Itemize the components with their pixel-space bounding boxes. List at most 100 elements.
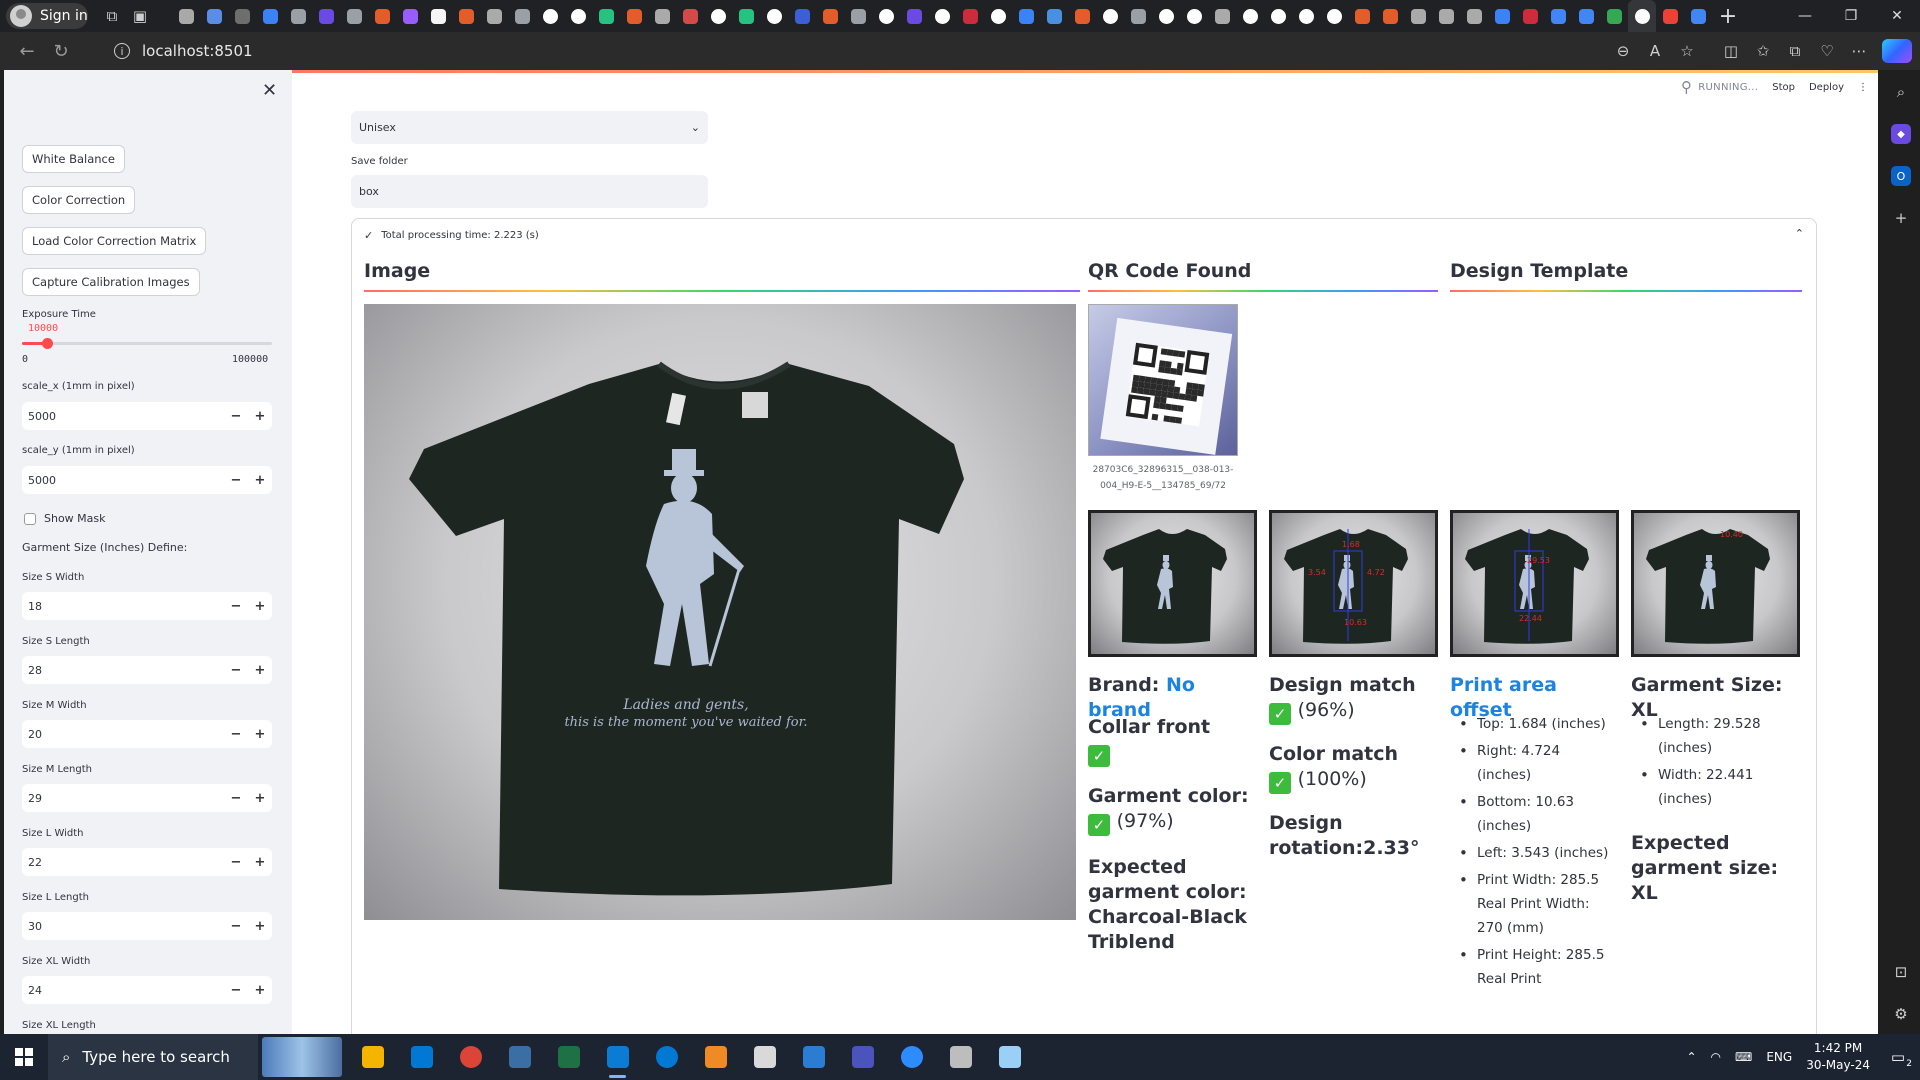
browser-tab[interactable] bbox=[200, 0, 228, 32]
taskbar-app[interactable] bbox=[446, 1034, 495, 1080]
browser-tab[interactable] bbox=[1012, 0, 1040, 32]
browser-tab[interactable] bbox=[1404, 0, 1432, 32]
site-info-icon[interactable]: i bbox=[114, 43, 130, 59]
restore-icon[interactable]: ❐ bbox=[1828, 0, 1874, 32]
browser-tab[interactable] bbox=[1684, 0, 1712, 32]
taskbar-app[interactable] bbox=[740, 1034, 789, 1080]
save-folder-input[interactable]: box bbox=[351, 175, 708, 208]
browser-tab[interactable] bbox=[732, 0, 760, 32]
browser-tab[interactable] bbox=[676, 0, 704, 32]
browser-tab[interactable] bbox=[564, 0, 592, 32]
browser-tab[interactable] bbox=[760, 0, 788, 32]
split-screen-icon[interactable]: ◫ bbox=[1716, 42, 1746, 60]
taskbar-app[interactable] bbox=[495, 1034, 544, 1080]
increment-button[interactable]: + bbox=[248, 855, 272, 870]
browser-tab[interactable] bbox=[480, 0, 508, 32]
exposure-slider[interactable] bbox=[22, 338, 272, 349]
more-icon[interactable]: ⋯ bbox=[1844, 42, 1874, 60]
scale-x-input[interactable]: 5000 − + bbox=[22, 402, 272, 430]
clock[interactable]: 1:42 PM 30-May-24 bbox=[1806, 1040, 1870, 1074]
back-icon[interactable]: ← bbox=[10, 41, 44, 62]
taskbar-app[interactable] bbox=[544, 1034, 593, 1080]
browser-tab[interactable] bbox=[620, 0, 648, 32]
browser-tab[interactable] bbox=[788, 0, 816, 32]
read-aloud-icon[interactable]: A bbox=[1640, 42, 1670, 60]
browser-tab[interactable] bbox=[592, 0, 620, 32]
size-field-input[interactable]: 18 − + bbox=[22, 592, 272, 620]
browser-tab[interactable] bbox=[1460, 0, 1488, 32]
browser-tab[interactable] bbox=[872, 0, 900, 32]
close-sidebar-icon[interactable]: ✕ bbox=[262, 80, 277, 101]
capture-calibration-button[interactable]: Capture Calibration Images bbox=[22, 268, 200, 296]
browser-tab[interactable] bbox=[1152, 0, 1180, 32]
exposure-slider-thumb[interactable] bbox=[42, 338, 53, 349]
browser-tab[interactable] bbox=[1432, 0, 1460, 32]
browser-tab[interactable] bbox=[1236, 0, 1264, 32]
copilot-icon[interactable] bbox=[1882, 39, 1912, 63]
decrement-button[interactable]: − bbox=[224, 599, 248, 614]
increment-button[interactable]: + bbox=[248, 663, 272, 678]
checkbox-box[interactable] bbox=[24, 512, 36, 525]
browser-tab[interactable] bbox=[396, 0, 424, 32]
taskbar-app[interactable] bbox=[789, 1034, 838, 1080]
favorite-star-icon[interactable]: ☆ bbox=[1672, 42, 1702, 60]
browser-tab[interactable] bbox=[1292, 0, 1320, 32]
taskbar-app[interactable] bbox=[593, 1034, 642, 1080]
browser-tab[interactable] bbox=[172, 0, 200, 32]
copilot-side-icon[interactable]: ◆ bbox=[1891, 124, 1911, 144]
chevron-up-icon[interactable]: ⌃ bbox=[1686, 1050, 1696, 1064]
new-tab-button[interactable]: + bbox=[1712, 4, 1744, 29]
taskbar-app[interactable] bbox=[887, 1034, 936, 1080]
increment-button[interactable]: + bbox=[248, 983, 272, 998]
browser-tab[interactable] bbox=[1040, 0, 1068, 32]
profile-button[interactable]: Sign in bbox=[6, 3, 88, 29]
browser-tab[interactable] bbox=[228, 0, 256, 32]
load-ccm-button[interactable]: Load Color Correction Matrix bbox=[22, 227, 207, 255]
url-field[interactable]: i localhost:8501 bbox=[114, 36, 1564, 66]
tab-actions-icon[interactable]: ▣ bbox=[126, 2, 154, 30]
start-button[interactable] bbox=[0, 1048, 48, 1066]
keyboard-icon[interactable]: ⌨ bbox=[1735, 1050, 1752, 1064]
browser-tab[interactable] bbox=[956, 0, 984, 32]
performance-icon[interactable]: ♡ bbox=[1812, 42, 1842, 60]
browser-tab[interactable] bbox=[1264, 0, 1292, 32]
decrement-button[interactable]: − bbox=[224, 791, 248, 806]
taskbar-app[interactable] bbox=[838, 1034, 887, 1080]
stop-button[interactable]: Stop bbox=[1772, 82, 1795, 93]
browser-tab[interactable] bbox=[704, 0, 732, 32]
browser-tab[interactable] bbox=[368, 0, 396, 32]
white-balance-button[interactable]: White Balance bbox=[22, 145, 125, 173]
browser-tab[interactable] bbox=[928, 0, 956, 32]
size-field-input[interactable]: 29 − + bbox=[22, 784, 272, 812]
browser-tab[interactable] bbox=[1600, 0, 1628, 32]
browser-tab[interactable] bbox=[508, 0, 536, 32]
expander-header[interactable]: ✓ Total processing time: 2.223 (s) bbox=[364, 229, 539, 242]
browser-tab[interactable] bbox=[1320, 0, 1348, 32]
increment-button[interactable]: + bbox=[248, 599, 272, 614]
browser-tab[interactable] bbox=[1656, 0, 1684, 32]
browser-tab[interactable] bbox=[1572, 0, 1600, 32]
collections-icon[interactable]: ⧉ bbox=[1780, 42, 1810, 60]
increment-button[interactable]: + bbox=[248, 473, 272, 488]
scale-y-input[interactable]: 5000 − + bbox=[22, 466, 272, 494]
deploy-button[interactable]: Deploy bbox=[1809, 82, 1844, 93]
minimize-icon[interactable]: — bbox=[1782, 0, 1828, 32]
decrement-button[interactable]: − bbox=[224, 855, 248, 870]
browser-tab[interactable] bbox=[844, 0, 872, 32]
size-field-input[interactable]: 20 − + bbox=[22, 720, 272, 748]
browser-tab[interactable] bbox=[452, 0, 480, 32]
browser-tab[interactable] bbox=[648, 0, 676, 32]
increment-button[interactable]: + bbox=[248, 727, 272, 742]
browser-tab[interactable] bbox=[256, 0, 284, 32]
browser-tab[interactable] bbox=[536, 0, 564, 32]
size-field-input[interactable]: 22 − + bbox=[22, 848, 272, 876]
browser-tab[interactable] bbox=[1376, 0, 1404, 32]
add-sidebar-icon[interactable]: + bbox=[1891, 208, 1911, 228]
browser-tab[interactable] bbox=[1628, 0, 1656, 32]
taskbar-app[interactable] bbox=[642, 1034, 691, 1080]
workspaces-icon[interactable]: ⧉ bbox=[98, 2, 126, 30]
browser-tab[interactable] bbox=[424, 0, 452, 32]
language-indicator[interactable]: ENG bbox=[1766, 1050, 1792, 1064]
browser-tab[interactable] bbox=[1180, 0, 1208, 32]
browser-tab[interactable] bbox=[1068, 0, 1096, 32]
